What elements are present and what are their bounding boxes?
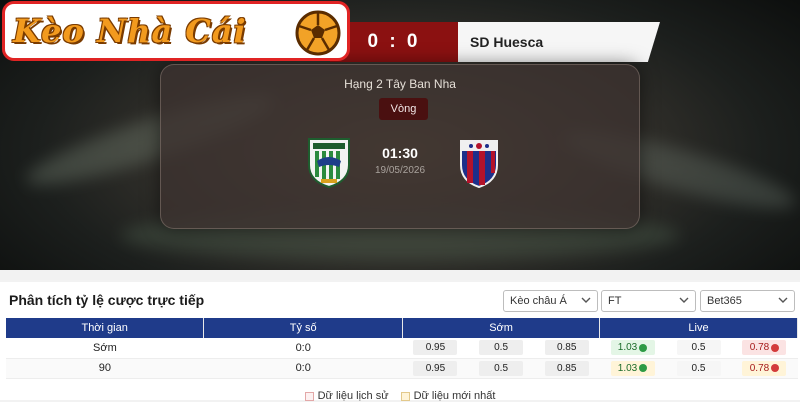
match-card: Hạng 2 Tây Ban Nha Vòng 01:30 19/05/2026 <box>160 64 640 229</box>
site-logo[interactable]: Kèo Nhà Cái <box>2 1 350 61</box>
odds-value: 1.03 <box>617 362 638 374</box>
bookmaker-select-value: Bet365 <box>707 295 742 307</box>
history-swatch <box>304 391 314 401</box>
odds-value: 0.85 <box>544 340 589 356</box>
odds-value: 0.78 <box>749 362 770 374</box>
time-cell: 90 <box>6 358 204 379</box>
odds-value: 0.95 <box>413 360 458 376</box>
league-name[interactable]: Hạng 2 Tây Ban Nha <box>161 77 639 91</box>
legend-label: Dữ liệu lịch sử <box>317 390 389 402</box>
legend-item-latest: Dữ liệu mới nhất <box>400 390 496 402</box>
score-cell: 0:0 <box>203 358 403 379</box>
early-odds-cell: 0.95 0.5 0.85 <box>402 358 600 379</box>
arrow-down-icon <box>771 364 780 372</box>
period-select[interactable]: FT <box>601 290 696 312</box>
away-team-name[interactable]: SD Huesca <box>458 22 660 62</box>
soccer-ball-icon <box>295 10 341 56</box>
odds-up-value: 1.03 <box>610 340 655 356</box>
legend: Dữ liệu lịch sử Dữ liệu mới nhất <box>0 390 800 402</box>
odds-table: Thời gian Tỷ số Sớm Live Sớm 0:0 0.95 0.… <box>6 318 798 379</box>
live-odds-cell: 1.03 0.5 0.78 <box>599 338 798 359</box>
odds-panel: Phân tích tỷ lệ cược trực tiếp Kèo châu … <box>0 282 800 402</box>
arrow-up-icon <box>639 364 648 372</box>
column-header: Thời gian <box>6 318 205 338</box>
odds-value: 0.85 <box>544 360 589 376</box>
huesca-crest-icon[interactable] <box>455 135 503 189</box>
time-cell: Sớm <box>6 338 204 359</box>
logo-text: Kèo Nhà Cái <box>13 12 247 50</box>
period-select-value: FT <box>608 295 622 307</box>
bookmaker-select[interactable]: Bet365 <box>700 290 795 312</box>
score-band: 0 : 0 SD Huesca <box>330 22 660 62</box>
kickoff-time: 01:30 <box>382 145 418 161</box>
odds-value: 0.78 <box>749 342 770 354</box>
market-select-value: Kèo châu Á <box>510 295 567 307</box>
odds-value: 0.95 <box>413 340 458 356</box>
handicap-value: 0.5 <box>676 340 721 356</box>
odds-up-value: 1.03 <box>610 360 655 376</box>
odds-down-value: 0.78 <box>742 360 787 376</box>
legend-item-history: Dữ liệu lịch sử <box>304 390 389 402</box>
latest-swatch <box>400 391 410 401</box>
chevron-down-icon <box>581 297 591 303</box>
odds-down-value: 0.78 <box>742 340 787 356</box>
column-header: Tỷ số <box>203 318 404 338</box>
handicap-value: 0.5 <box>676 360 721 376</box>
early-odds-cell: 0.95 0.5 0.85 <box>402 338 600 359</box>
column-header: Sớm <box>402 318 601 338</box>
table-row[interactable]: 90 0:0 0.95 0.5 0.85 1.03 0.5 0.78 <box>6 358 798 379</box>
arrow-down-icon <box>771 343 780 352</box>
handicap-value: 0.5 <box>479 340 524 356</box>
live-odds-cell: 1.03 0.5 0.78 <box>599 358 798 379</box>
legend-label: Dữ liệu mới nhất <box>413 390 496 402</box>
column-header: Live <box>599 318 798 338</box>
odds-value: 1.03 <box>617 342 638 354</box>
arrow-up-icon <box>639 343 648 352</box>
round-button[interactable]: Vòng <box>379 98 428 120</box>
chevron-down-icon <box>778 297 788 303</box>
chevron-down-icon <box>679 297 689 303</box>
score-cell: 0:0 <box>203 338 403 359</box>
panel-title: Phân tích tỷ lệ cược trực tiếp <box>9 292 205 308</box>
leganes-crest-icon[interactable] <box>305 135 353 189</box>
handicap-value: 0.5 <box>479 360 524 376</box>
table-row[interactable]: Sớm 0:0 0.95 0.5 0.85 1.03 0.5 0.78 <box>6 338 798 359</box>
market-select[interactable]: Kèo châu Á <box>503 290 598 312</box>
match-date: 19/05/2026 <box>374 165 426 176</box>
